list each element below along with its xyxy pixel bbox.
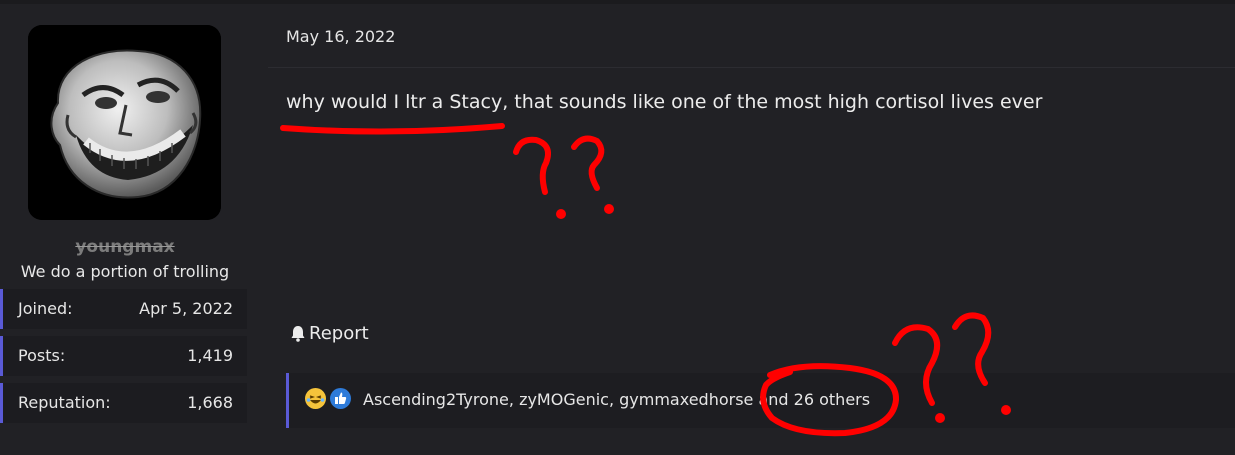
reactions-bar: Ascending2Tyrone, zyMOGenic, gymmaxedhor… [286, 373, 1235, 428]
troll-face-avatar-icon [28, 25, 221, 220]
stat-label: Posts: [18, 346, 66, 365]
post-date[interactable]: May 16, 2022 [286, 27, 395, 46]
laugh-emoji-icon[interactable] [305, 388, 326, 409]
stat-value: Apr 5, 2022 [139, 299, 233, 318]
stat-row-posts: Posts: 1,419 [0, 336, 247, 376]
reaction-users-link[interactable]: Ascending2Tyrone, zyMOGenic, gymmaxedhor… [363, 390, 870, 409]
like-icon[interactable] [330, 388, 351, 409]
post-pointer-arrow [254, 56, 268, 80]
stat-row-reputation: Reputation: 1,668 [0, 383, 247, 423]
post-body-text: why would I ltr a Stacy, that sounds lik… [286, 91, 1043, 113]
user-title: We do a portion of trolling [20, 262, 230, 281]
report-button[interactable]: Report [290, 323, 369, 344]
user-sidebar: youngmax We do a portion of trolling Joi… [0, 4, 268, 455]
stat-value: 1,668 [187, 393, 233, 412]
stat-row-joined: Joined: Apr 5, 2022 [0, 289, 247, 329]
divider [268, 67, 1235, 68]
stat-value: 1,419 [187, 346, 233, 365]
stat-label: Joined: [18, 299, 73, 318]
avatar[interactable] [28, 25, 221, 220]
report-label: Report [309, 323, 369, 344]
bell-icon [291, 326, 305, 342]
reaction-icons [305, 388, 351, 409]
stat-label: Reputation: [18, 393, 111, 412]
username[interactable]: youngmax [0, 237, 250, 257]
